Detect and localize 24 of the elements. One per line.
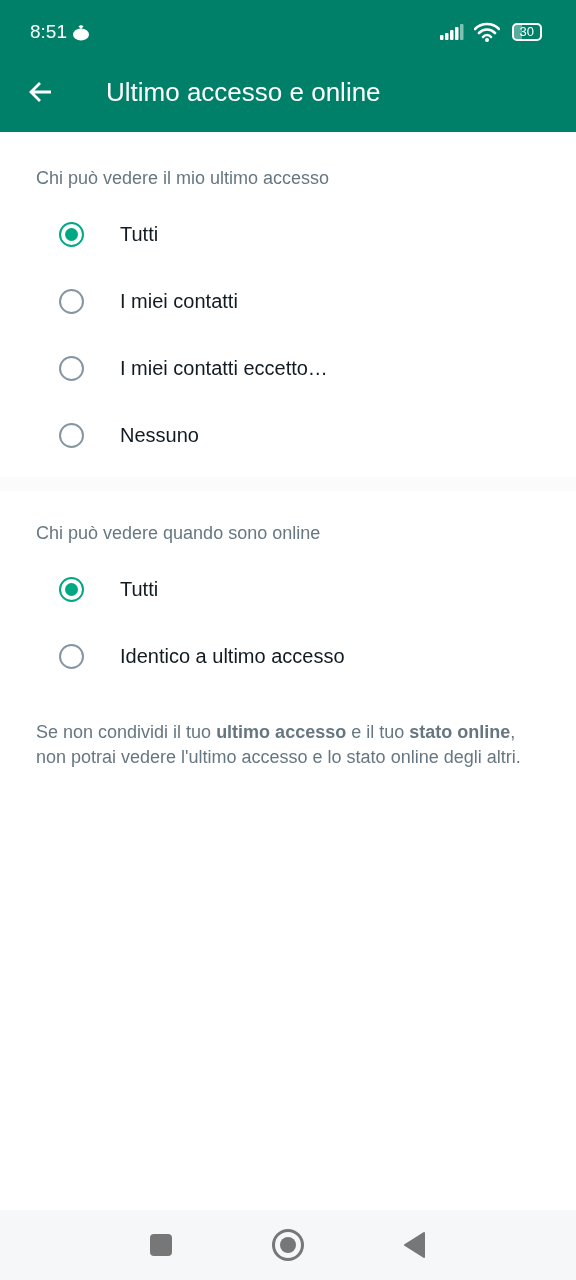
radio-button[interactable]: [59, 644, 84, 669]
privacy-note: Se non condividi il tuo ultimo accesso e il tuo stato online, non potrai vedere l'ultimo accesso e lo stato online degli altri.: [36, 721, 522, 769]
battery-indicator: 30: [511, 23, 542, 41]
radio-option[interactable]: Tutti: [0, 201, 576, 268]
back-nav-button[interactable]: [404, 1232, 426, 1258]
radio-option[interactable]: I miei contatti eccetto…: [0, 335, 576, 402]
section-header: Chi può vedere quando sono online: [35, 522, 322, 545]
radio-button[interactable]: [59, 222, 84, 247]
notification-icon: [72, 23, 90, 41]
radio-option[interactable]: Tutti: [0, 556, 576, 623]
radio-button[interactable]: [59, 577, 84, 602]
section-header: Chi può vedere il mio ultimo accesso: [35, 167, 331, 190]
radio-button[interactable]: [59, 289, 84, 314]
screen-title: Ultimo accesso e online: [106, 76, 381, 108]
radio-option[interactable]: Nessuno: [0, 402, 576, 469]
wifi-icon: [473, 22, 500, 42]
recents-button[interactable]: [150, 1234, 172, 1256]
radio-option[interactable]: I miei contatti: [0, 268, 576, 335]
radio-button[interactable]: [59, 423, 84, 448]
radio-option[interactable]: Identico a ultimo accesso: [0, 623, 576, 690]
signal-icon: [439, 24, 466, 40]
radio-button[interactable]: [59, 356, 84, 381]
status-time: 8:51: [30, 21, 67, 43]
home-button[interactable]: [272, 1229, 304, 1261]
